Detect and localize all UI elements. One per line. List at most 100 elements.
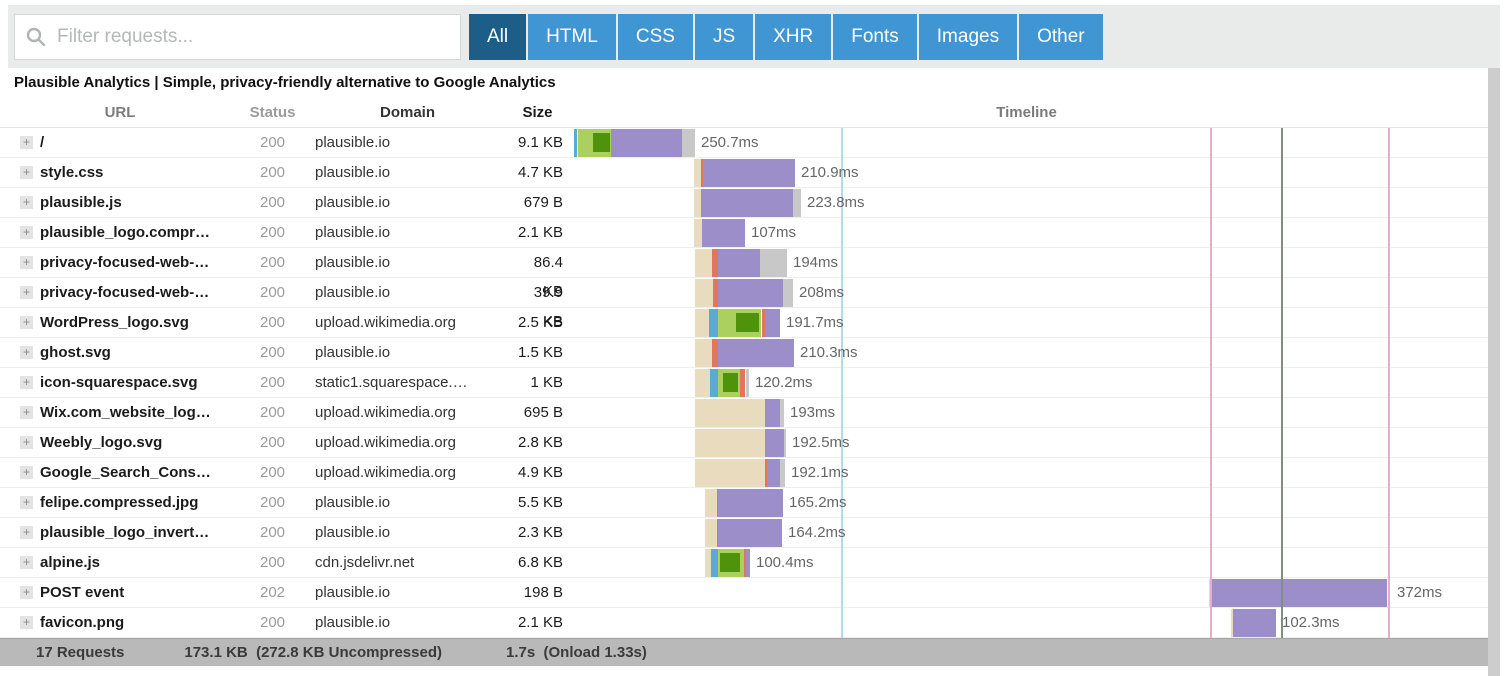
expand-button[interactable]: + <box>20 346 33 359</box>
timeline-segment-darkgreen <box>720 553 740 572</box>
search-input[interactable] <box>14 14 461 60</box>
table-row[interactable]: +alpine.js200cdn.jsdelivr.net6.8 KB100.4… <box>0 548 1488 578</box>
request-size: 1.5 KB <box>510 338 565 367</box>
request-domain: upload.wikimedia.org <box>305 458 510 487</box>
timeline-segment-purple <box>1233 609 1276 637</box>
tab-js[interactable]: JS <box>695 14 753 60</box>
tab-css[interactable]: CSS <box>618 14 693 60</box>
request-size: 2.1 KB <box>510 218 565 247</box>
expand-button[interactable]: + <box>20 616 33 629</box>
expand-button[interactable]: + <box>20 286 33 299</box>
request-domain: plausible.io <box>305 218 510 247</box>
request-count: 17 Requests <box>36 644 124 661</box>
status-code: 200 <box>240 338 305 367</box>
total-time: 1.7s (Onload 1.33s) <box>506 644 647 661</box>
timeline-segment-tan <box>695 429 765 457</box>
timeline-cell: 100.4ms <box>565 548 1488 577</box>
table-row[interactable]: +style.css200plausible.io4.7 KB210.9ms <box>0 158 1488 188</box>
timeline-segment-darkgreen <box>723 373 738 392</box>
request-url: Wix.com_website_log… <box>40 398 211 427</box>
timeline-segment-purple <box>702 219 745 247</box>
expand-button[interactable]: + <box>20 496 33 509</box>
request-size: 86.4 KB <box>510 248 565 277</box>
request-domain: plausible.io <box>305 248 510 277</box>
request-domain: plausible.io <box>305 608 510 637</box>
total-size: 173.1 KB (272.8 KB Uncompressed) <box>184 644 442 661</box>
expand-button[interactable]: + <box>20 526 33 539</box>
expand-button[interactable]: + <box>20 406 33 419</box>
table-row[interactable]: +Google_Search_Cons…200upload.wikimedia.… <box>0 458 1488 488</box>
timeline-cell: 192.1ms <box>565 458 1488 487</box>
request-domain: plausible.io <box>305 338 510 367</box>
column-header-url: URL <box>0 98 240 127</box>
column-header-domain: Domain <box>305 98 510 127</box>
expand-button[interactable]: + <box>20 256 33 269</box>
request-url: ghost.svg <box>40 338 111 367</box>
timeline-segment-purple <box>701 189 793 217</box>
table-row[interactable]: +plausible_logo.compr…200plausible.io2.1… <box>0 218 1488 248</box>
table-row[interactable]: +/200plausible.io9.1 KB250.7ms <box>0 128 1488 158</box>
request-rows: +/200plausible.io9.1 KB250.7ms+style.css… <box>0 128 1488 638</box>
expand-button[interactable]: + <box>20 466 33 479</box>
timeline-segment-blue <box>709 309 718 337</box>
table-row[interactable]: +plausible_logo_invert…200plausible.io2.… <box>0 518 1488 548</box>
tab-xhr[interactable]: XHR <box>755 14 831 60</box>
request-time-label: 210.9ms <box>801 158 859 188</box>
table-row[interactable]: +favicon.png200plausible.io2.1 KB102.3ms <box>0 608 1488 638</box>
table-row[interactable]: +felipe.compressed.jpg200plausible.io5.5… <box>0 488 1488 518</box>
request-size: 2.5 KB <box>510 308 565 337</box>
timeline-segment-purple <box>718 519 782 547</box>
timeline-segment-purple <box>718 489 783 517</box>
search-box <box>14 14 461 60</box>
tab-html[interactable]: HTML <box>528 14 616 60</box>
request-domain: plausible.io <box>305 188 510 217</box>
table-row[interactable]: +plausible.js200plausible.io679 B223.8ms <box>0 188 1488 218</box>
table-row[interactable]: +privacy-focused-web-…200plausible.io86.… <box>0 248 1488 278</box>
column-header-size: Size <box>510 98 565 127</box>
table-row[interactable]: +WordPress_logo.svg200upload.wikimedia.o… <box>0 308 1488 338</box>
request-time-label: 191.7ms <box>786 308 844 338</box>
table-row[interactable]: +icon-squarespace.svg200static1.squaresp… <box>0 368 1488 398</box>
table-row[interactable]: +ghost.svg200plausible.io1.5 KB210.3ms <box>0 338 1488 368</box>
expand-button[interactable]: + <box>20 136 33 149</box>
expand-button[interactable]: + <box>20 196 33 209</box>
expand-button[interactable]: + <box>20 226 33 239</box>
timeline-segment-blue <box>574 129 577 157</box>
timeline-cell: 120.2ms <box>565 368 1488 397</box>
request-time-label: 372ms <box>1397 578 1442 608</box>
timeline-segment-purple <box>746 549 750 577</box>
request-domain: plausible.io <box>305 488 510 517</box>
timeline-segment-blue <box>710 369 718 397</box>
request-size: 2.1 KB <box>510 608 565 637</box>
timeline-segment-gray <box>780 399 784 427</box>
tab-images[interactable]: Images <box>919 14 1017 60</box>
expand-button[interactable]: + <box>20 316 33 329</box>
table-row[interactable]: +POST event202plausible.io198 B372ms <box>0 578 1488 608</box>
timeline-segment-tan <box>695 249 712 277</box>
request-time-label: 208ms <box>799 278 844 308</box>
request-url: privacy-focused-web-… <box>40 278 209 307</box>
expand-button[interactable]: + <box>20 166 33 179</box>
timeline-cell: 194ms <box>565 248 1488 277</box>
timeline-segment-purple <box>718 339 794 367</box>
expand-button[interactable]: + <box>20 556 33 569</box>
tab-fonts[interactable]: Fonts <box>833 14 917 60</box>
request-time-label: 194ms <box>793 248 838 278</box>
request-url: alpine.js <box>40 548 100 577</box>
timeline-cell: 165.2ms <box>565 488 1488 517</box>
table-row[interactable]: +Weebly_logo.svg200upload.wikimedia.org2… <box>0 428 1488 458</box>
expand-button[interactable]: + <box>20 586 33 599</box>
request-size: 198 B <box>510 578 565 607</box>
expand-button[interactable]: + <box>20 436 33 449</box>
request-time-label: 223.8ms <box>807 188 865 218</box>
vertical-scrollbar[interactable] <box>1488 68 1500 676</box>
filter-tabs: AllHTMLCSSJSXHRFontsImagesOther <box>469 14 1105 60</box>
request-time-label: 250.7ms <box>701 128 759 158</box>
table-row[interactable]: +privacy-focused-web-…200plausible.io39.… <box>0 278 1488 308</box>
expand-button[interactable]: + <box>20 376 33 389</box>
table-row[interactable]: +Wix.com_website_log…200upload.wikimedia… <box>0 398 1488 428</box>
tab-other[interactable]: Other <box>1019 14 1103 60</box>
tab-all[interactable]: All <box>469 14 526 60</box>
request-time-label: 100.4ms <box>756 548 814 578</box>
timeline-cell: 191.7ms <box>565 308 1488 337</box>
